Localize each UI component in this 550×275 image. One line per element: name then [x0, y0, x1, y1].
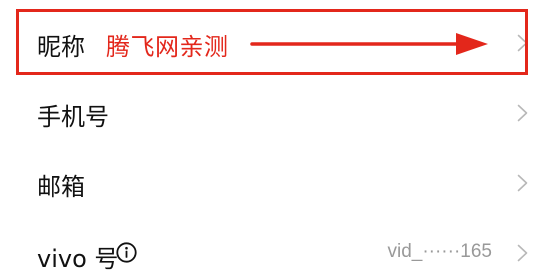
- annotation-text: 腾飞网亲测: [106, 33, 229, 61]
- chevron-right-icon: [517, 174, 528, 192]
- nickname-label: 昵称: [37, 33, 85, 61]
- phone-row[interactable]: 手机号: [0, 80, 550, 146]
- vivo-id-row[interactable]: vivo 号 vid_······165: [0, 220, 550, 275]
- arrow-right-icon: [250, 32, 490, 56]
- phone-label: 手机号: [37, 103, 109, 131]
- account-settings-page: 昵称 手机号 邮箱 vivo 号 vid_······165 腾飞网亲测: [0, 0, 550, 275]
- chevron-right-icon: [517, 104, 528, 122]
- chevron-right-icon: [517, 244, 528, 262]
- email-row[interactable]: 邮箱: [0, 150, 550, 216]
- vivo-id-value: vid_······165: [387, 241, 492, 262]
- email-label: 邮箱: [37, 173, 85, 201]
- chevron-right-icon: [517, 34, 528, 52]
- vivo-id-label: vivo 号: [37, 245, 119, 273]
- info-circle-icon[interactable]: [116, 242, 137, 263]
